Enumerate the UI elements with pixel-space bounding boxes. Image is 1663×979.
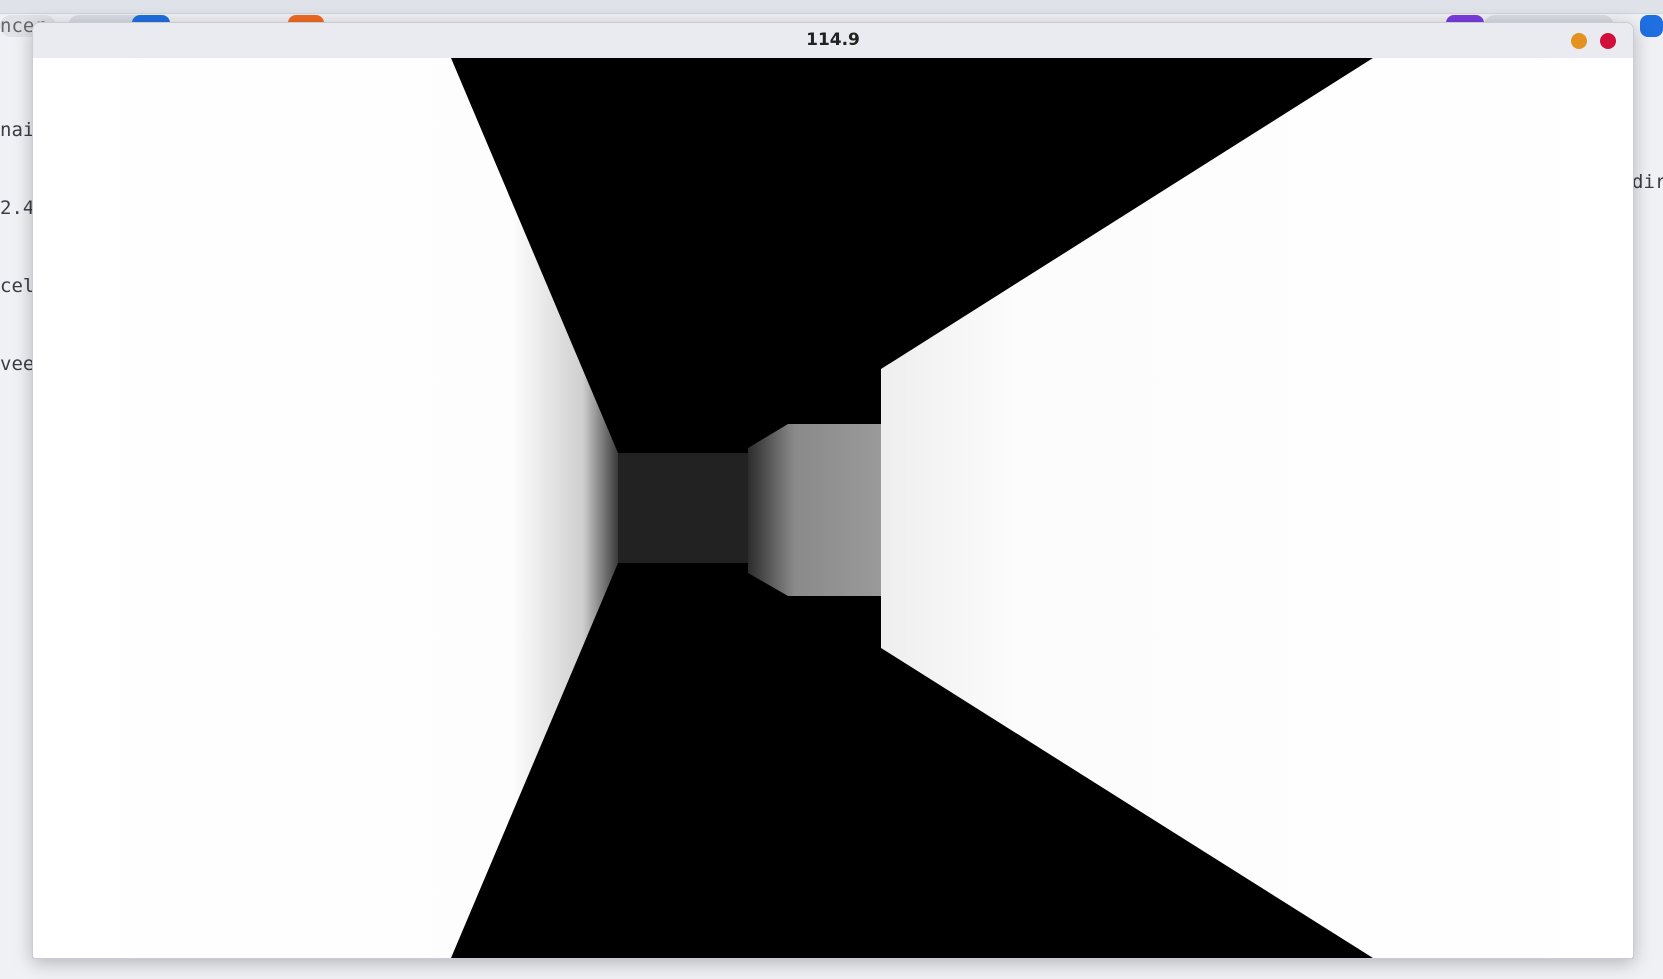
close-button[interactable]	[1600, 33, 1616, 49]
background-browser-tabstrip	[0, 0, 1663, 14]
minimize-button[interactable]	[1571, 33, 1587, 49]
raycast-scene	[33, 58, 1633, 958]
background-extension-icon	[1640, 15, 1663, 37]
code-line: veen	[0, 353, 34, 375]
raycaster-window[interactable]: 114.9	[32, 22, 1634, 959]
code-line: cel,	[0, 275, 34, 297]
code-line: dir	[1632, 171, 1663, 193]
code-line: nain	[0, 119, 34, 141]
render-viewport[interactable]	[33, 58, 1633, 958]
window-titlebar[interactable]: 114.9	[33, 23, 1633, 58]
code-line: 2.4	[0, 197, 34, 219]
background-code-left: nain 2.4 cel, veen	[0, 65, 34, 403]
background-code-right: dir	[1632, 117, 1663, 221]
far-wall	[618, 453, 748, 563]
window-title: 114.9	[806, 30, 860, 50]
middle-wall	[748, 424, 881, 596]
